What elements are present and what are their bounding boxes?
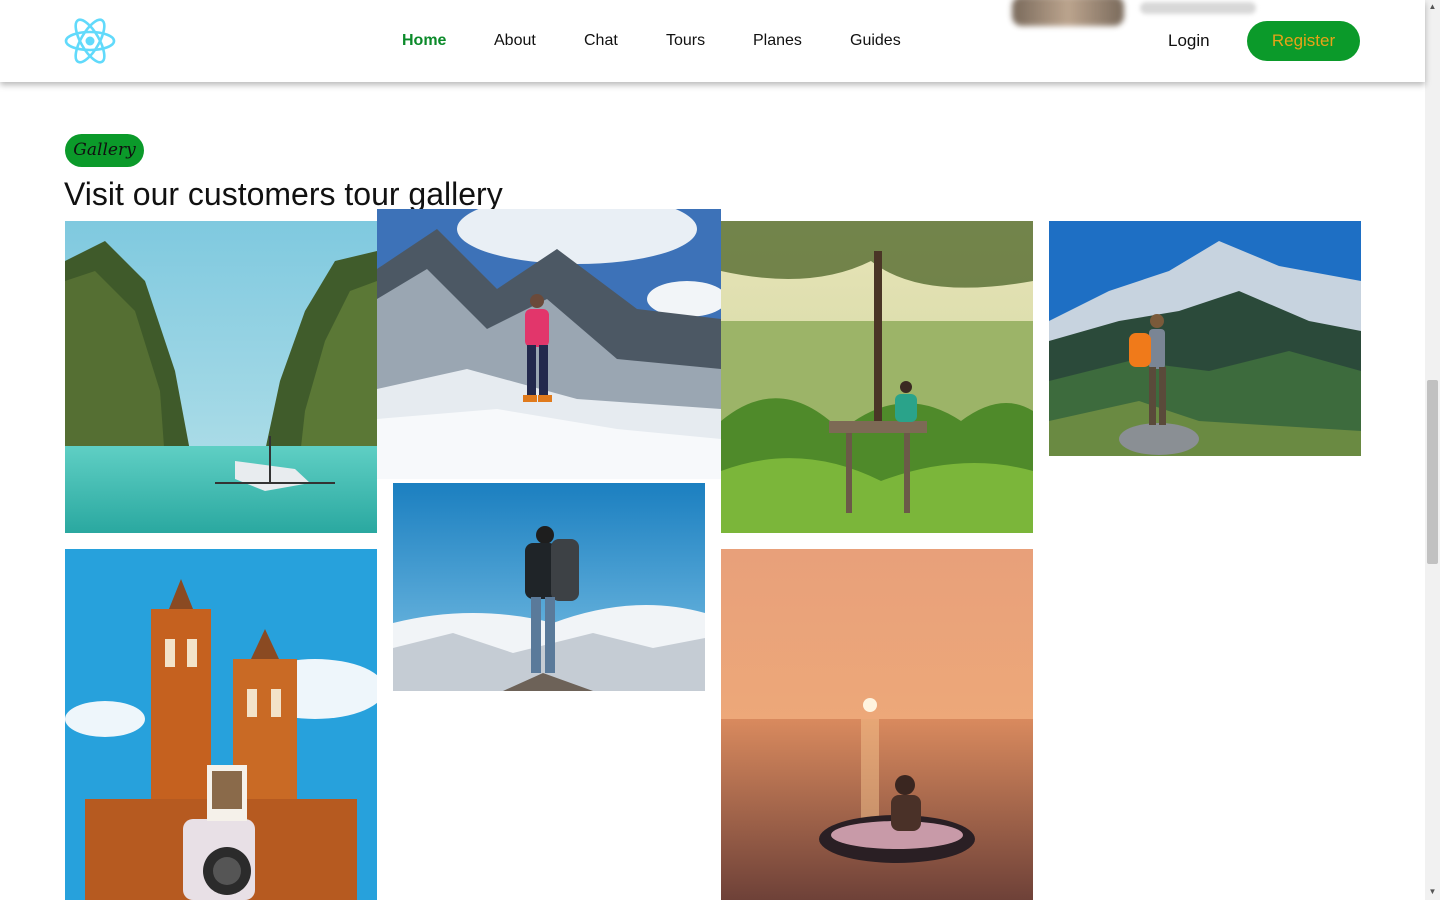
register-button[interactable]: Register <box>1247 21 1360 61</box>
gallery-photo-backpacker[interactable] <box>393 483 705 691</box>
gallery-photo-hiker[interactable] <box>1049 221 1361 456</box>
nav-guides[interactable]: Guides <box>850 31 901 51</box>
hero-image-peek <box>1012 0 1124 26</box>
scrollbar-thumb[interactable] <box>1427 380 1438 564</box>
nav-tours[interactable]: Tours <box>666 31 705 51</box>
scroll-down-arrow-icon[interactable]: ▼ <box>1428 887 1437 896</box>
gallery-photo-lagoon[interactable] <box>65 221 377 533</box>
hero-text-peek <box>1140 2 1256 14</box>
nav-chat[interactable]: Chat <box>584 31 618 51</box>
react-atom-icon[interactable] <box>64 17 116 65</box>
gallery-photo-sunset-float[interactable] <box>721 549 1033 900</box>
nav-about[interactable]: About <box>494 31 536 51</box>
nav-home[interactable]: Home <box>402 31 446 51</box>
gallery-photo-church[interactable] <box>65 549 377 900</box>
gallery-heading: Visit our customers tour gallery <box>64 176 503 212</box>
gallery-badge: Gallery <box>65 134 144 167</box>
top-navbar: Home About Chat Tours Planes Guides Logi… <box>0 0 1425 82</box>
login-button[interactable]: Login <box>1168 31 1210 51</box>
nav-planes[interactable]: Planes <box>753 31 802 51</box>
scroll-up-arrow-icon[interactable]: ▲ <box>1428 2 1437 11</box>
gallery-photo-climber[interactable] <box>377 209 721 479</box>
gallery-photo-tree-platform[interactable] <box>721 221 1033 533</box>
